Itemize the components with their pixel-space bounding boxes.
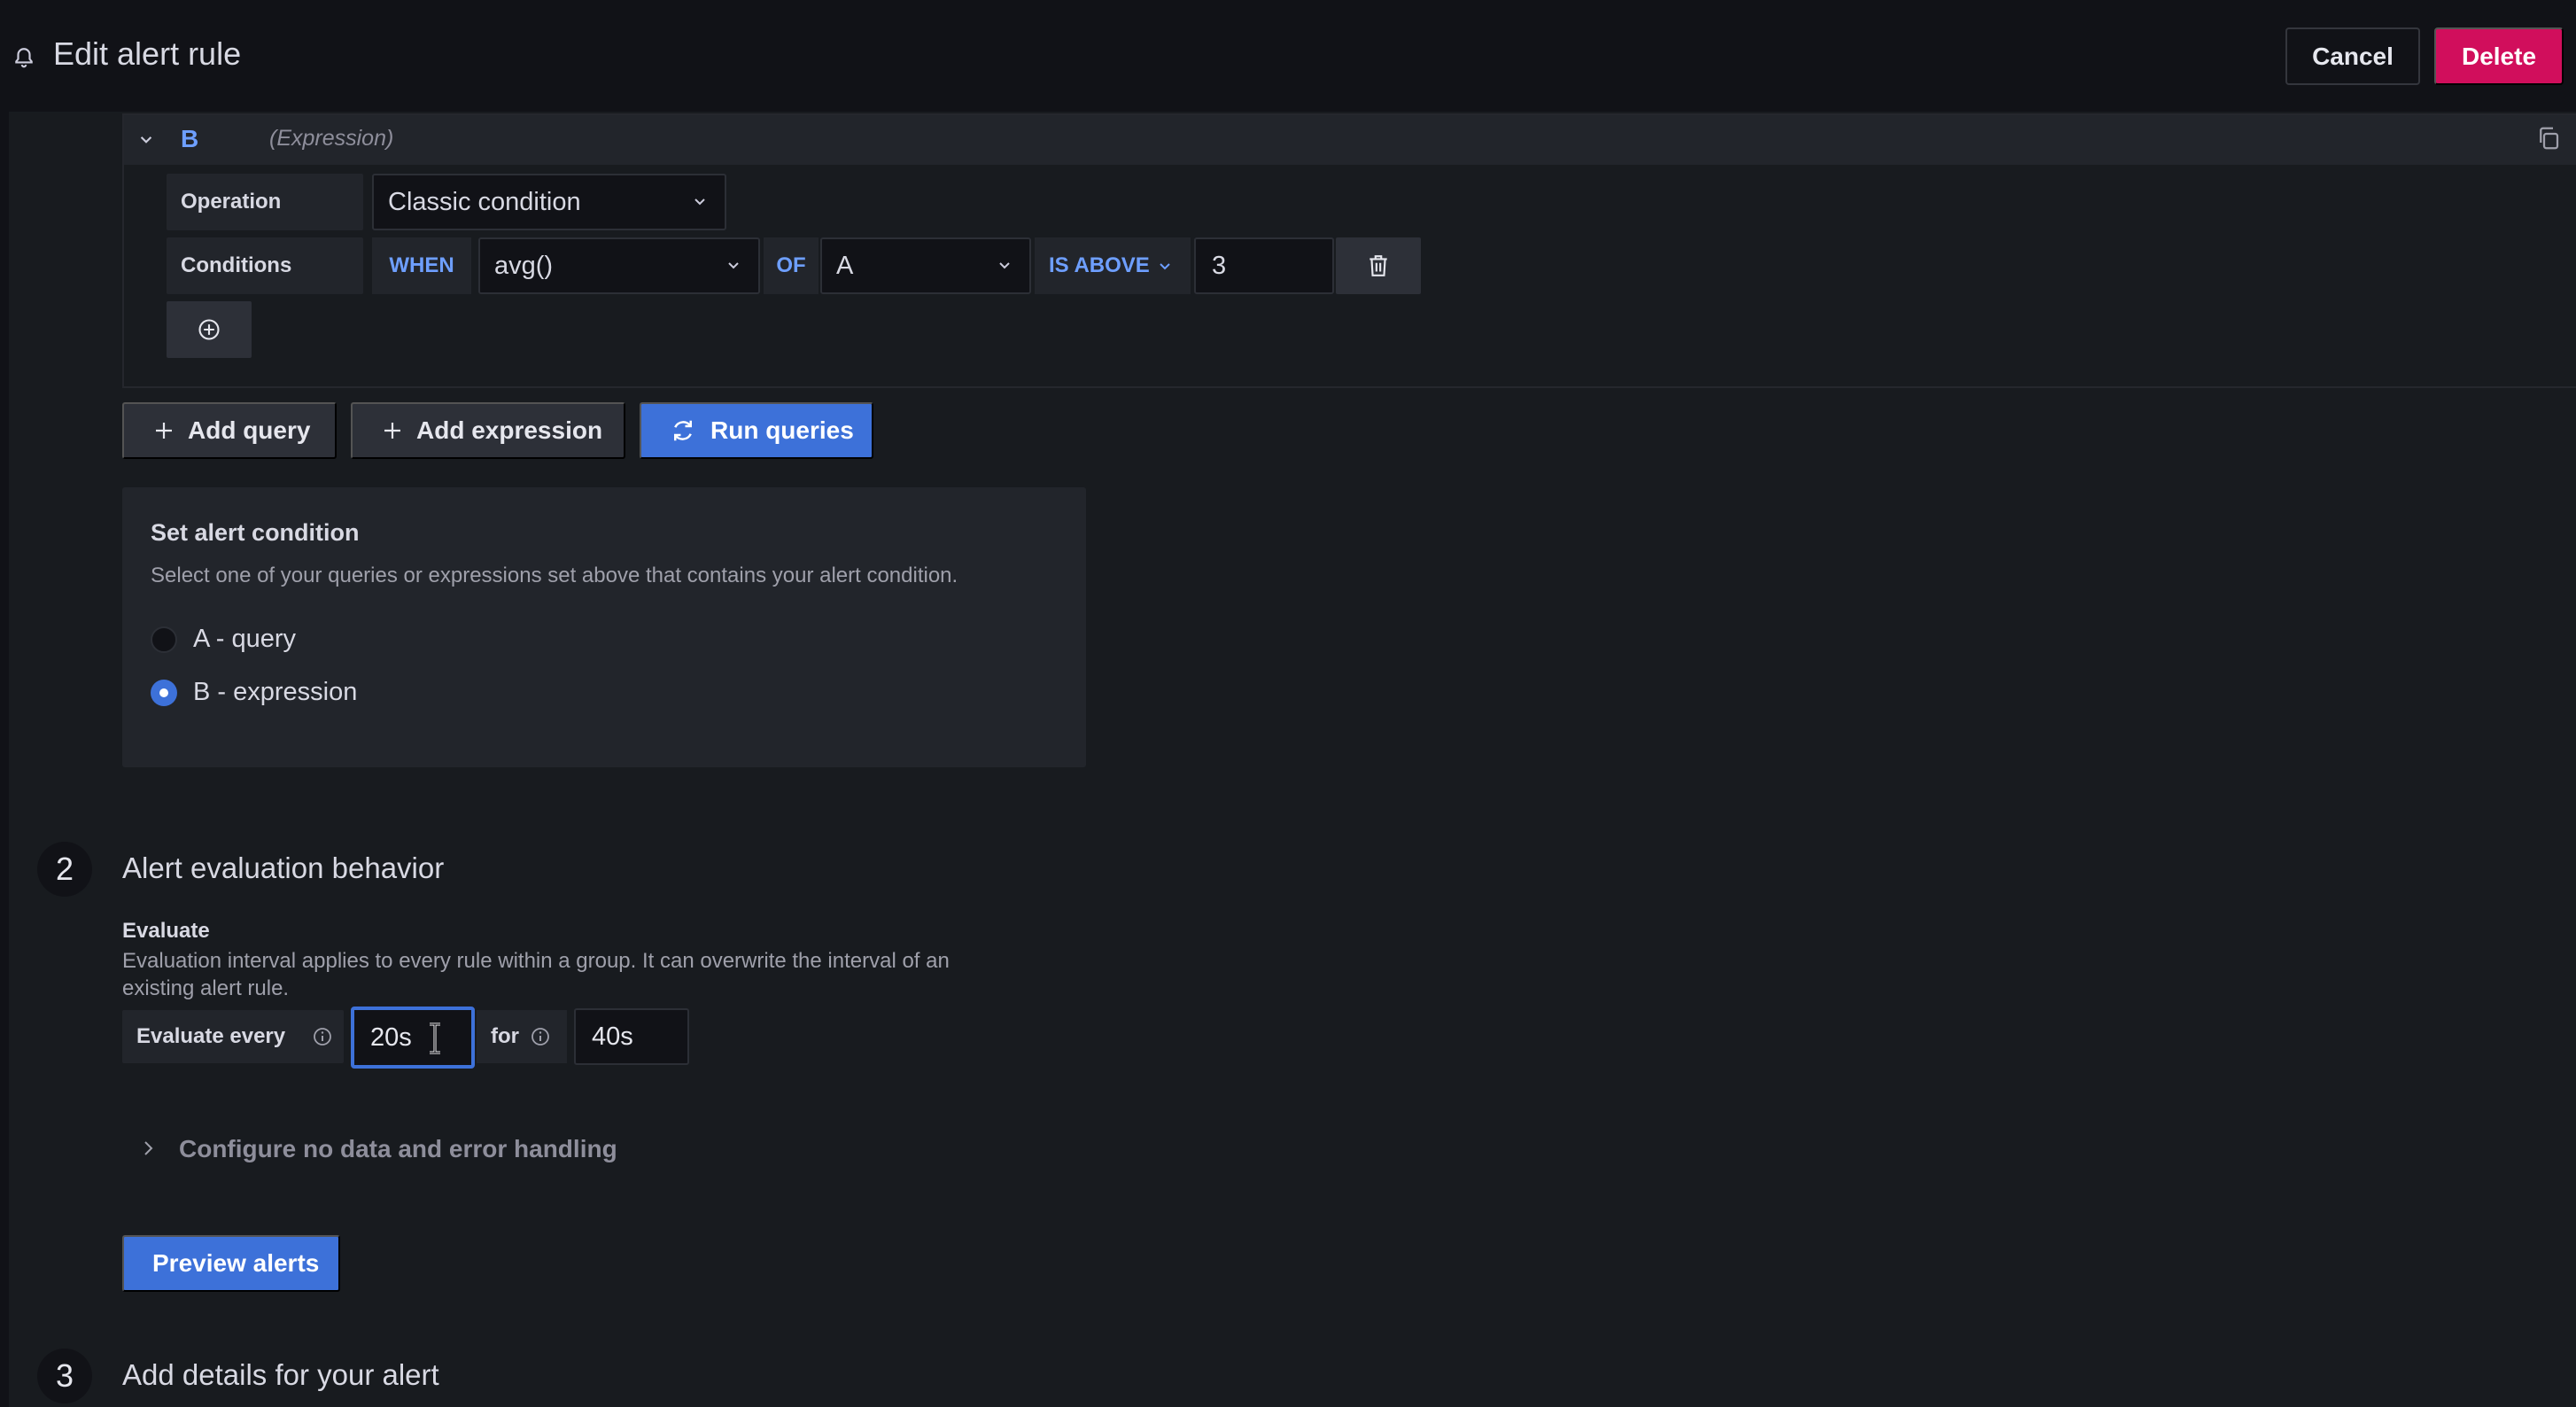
evaluator-label: IS ABOVE — [1049, 253, 1150, 277]
expression-header — [124, 115, 2576, 165]
refresh-icon — [674, 420, 692, 441]
step-number-3: 3 — [37, 1349, 92, 1403]
step-number-2: 2 — [37, 842, 92, 897]
page-title: Edit alert rule — [53, 35, 242, 72]
evaluate-title: Evaluate — [122, 919, 210, 943]
operation-label: Operation — [167, 174, 363, 230]
radio-a-query[interactable] — [151, 626, 177, 653]
plus-circle-icon — [198, 319, 220, 340]
pending-period-input[interactable]: 40s — [574, 1008, 689, 1065]
add-query-button[interactable]: Add query — [122, 402, 337, 459]
configure-no-data-toggle[interactable]: Configure no data and error handling — [179, 1135, 617, 1163]
bell-icon — [15, 48, 33, 68]
radio-a-query-label[interactable]: A - query — [193, 625, 296, 654]
operation-select-value: Classic condition — [388, 187, 581, 216]
evaluator-dropdown[interactable]: IS ABOVE — [1035, 237, 1191, 294]
add-condition-button[interactable] — [167, 301, 252, 358]
chevron-down-icon — [999, 262, 1010, 269]
evaluate-every-label: Evaluate every — [122, 1010, 344, 1063]
evaluate-every-input[interactable]: 20s — [351, 1007, 475, 1069]
info-icon[interactable] — [312, 1026, 333, 1047]
info-icon[interactable] — [530, 1026, 551, 1047]
alert-condition-title: Set alert condition — [151, 519, 360, 546]
expression-type-label: (Expression) — [269, 126, 394, 151]
run-queries-label: Run queries — [710, 416, 854, 444]
chevron-down-icon — [694, 198, 705, 206]
chevron-down-icon[interactable] — [135, 128, 158, 151]
query-select-value: A — [836, 251, 854, 280]
when-keyword: WHEN — [372, 237, 471, 294]
reducer-select-value: avg() — [494, 251, 554, 280]
page-header — [0, 0, 2576, 112]
expression-name[interactable]: B — [181, 125, 198, 153]
chevron-right-icon[interactable] — [142, 1139, 156, 1158]
copy-icon[interactable] — [2535, 124, 2562, 152]
delete-condition-button[interactable] — [1336, 237, 1421, 294]
cancel-button[interactable]: Cancel — [2285, 27, 2420, 85]
reducer-select[interactable]: avg() — [478, 237, 760, 294]
run-queries-button[interactable]: Run queries — [640, 402, 873, 459]
chevron-down-icon — [728, 262, 739, 269]
add-expression-label: Add expression — [416, 416, 603, 444]
threshold-input[interactable]: 3 — [1194, 237, 1334, 294]
radio-b-expression[interactable] — [151, 680, 177, 706]
operation-select[interactable]: Classic condition — [372, 174, 726, 230]
add-query-label: Add query — [188, 416, 311, 444]
text-cursor-icon — [430, 1022, 440, 1054]
plus-icon — [156, 423, 172, 439]
delete-button[interactable]: Delete — [2434, 27, 2564, 85]
trash-icon — [1369, 255, 1387, 276]
section-title-evaluation: Alert evaluation behavior — [122, 851, 445, 884]
query-select[interactable]: A — [820, 237, 1031, 294]
add-expression-button[interactable]: Add expression — [351, 402, 625, 459]
alert-condition-description: Select one of your queries or expression… — [151, 564, 958, 587]
conditions-label: Conditions — [167, 237, 363, 294]
section-title-details: Add details for your alert — [122, 1358, 439, 1391]
chevron-down-icon — [1160, 263, 1170, 270]
radio-b-expression-label[interactable]: B - expression — [193, 678, 357, 707]
plus-icon — [384, 423, 400, 439]
evaluate-description: Evaluation interval applies to every rul… — [122, 949, 950, 1000]
for-label: for — [477, 1010, 567, 1063]
preview-alerts-button[interactable]: Preview alerts — [122, 1235, 340, 1292]
of-keyword: OF — [764, 237, 819, 294]
